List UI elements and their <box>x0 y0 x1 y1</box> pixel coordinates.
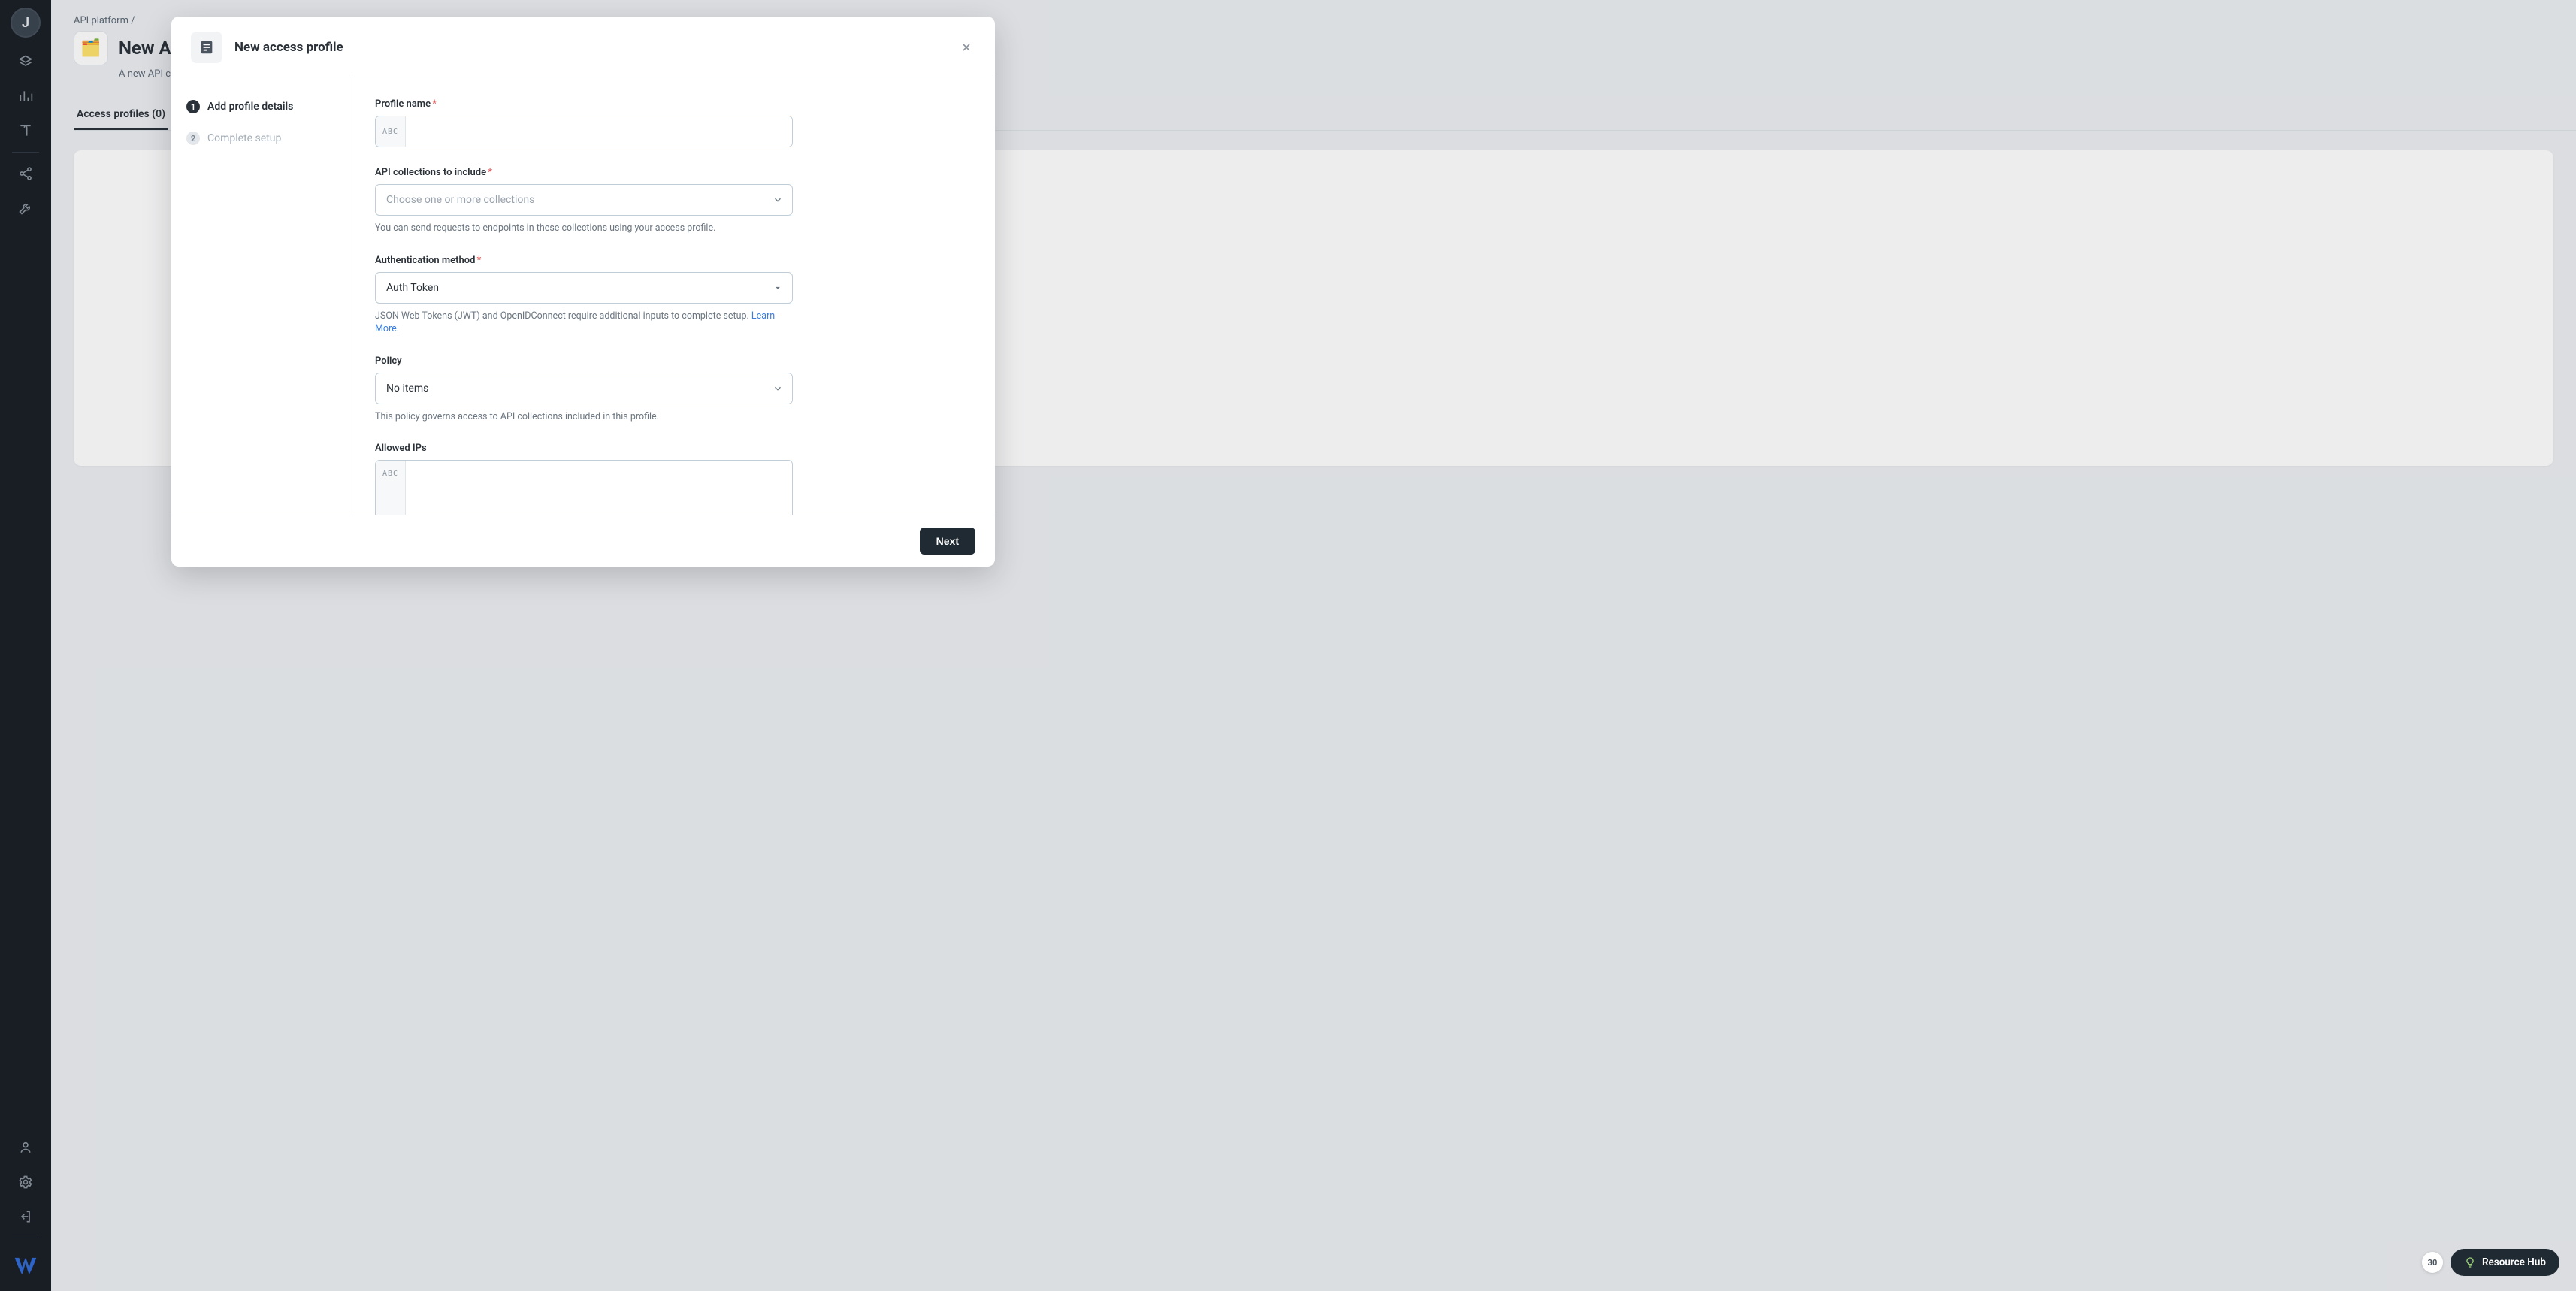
step-1-bullet: 1 <box>186 100 200 113</box>
collections-combo[interactable]: Choose one or more collections <box>375 184 793 216</box>
field-allowed-ips: Allowed IPs ABC You can whitelist IP add… <box>375 443 793 515</box>
auth-select-value: Auth Token <box>386 282 439 294</box>
step-2[interactable]: 2 Complete setup <box>186 127 337 159</box>
notification-badge[interactable]: 30 <box>2422 1252 2443 1273</box>
close-button[interactable] <box>957 38 975 56</box>
field-profile-name: Profile name* ABC <box>375 98 793 147</box>
chevron-down-icon <box>772 283 783 293</box>
auth-select[interactable]: Auth Token <box>375 272 793 304</box>
next-button[interactable]: Next <box>920 528 975 555</box>
collections-label: API collections to include* <box>375 167 793 178</box>
form-pane: Profile name* ABC API collections to inc… <box>352 77 995 515</box>
auth-label: Authentication method* <box>375 255 793 266</box>
profile-icon <box>191 32 222 63</box>
text-prefix-icon: ABC <box>376 461 406 515</box>
modal-body: 1 Add profile details 2 Complete setup P… <box>171 77 995 515</box>
field-auth-method: Authentication method* Auth Token JSON W… <box>375 255 793 336</box>
profile-name-input-wrapper: ABC <box>375 116 793 147</box>
field-collections: API collections to include* Choose one o… <box>375 167 793 235</box>
modal-title: New access profile <box>234 40 343 55</box>
step-1-label: Add profile details <box>207 101 293 113</box>
policy-value: No items <box>386 382 428 395</box>
collections-placeholder: Choose one or more collections <box>386 194 534 206</box>
ips-label: Allowed IPs <box>375 443 793 454</box>
ips-input-wrapper: ABC <box>375 460 793 515</box>
profile-name-input[interactable] <box>406 116 792 147</box>
resource-hub-button[interactable]: Resource Hub <box>2451 1249 2559 1276</box>
auth-helper: JSON Web Tokens (JWT) and OpenIDConnect … <box>375 310 793 336</box>
fab-row: 30 Resource Hub <box>2422 1249 2559 1276</box>
step-2-bullet: 2 <box>186 132 200 145</box>
chevron-down-icon <box>772 383 783 394</box>
profile-name-label: Profile name* <box>375 98 793 110</box>
step-1[interactable]: 1 Add profile details <box>186 95 337 127</box>
stepper: 1 Add profile details 2 Complete setup <box>171 77 352 515</box>
policy-combo[interactable]: No items <box>375 373 793 404</box>
resource-hub-label: Resource Hub <box>2482 1256 2546 1268</box>
chevron-down-icon <box>772 195 783 205</box>
field-policy: Policy No items This policy governs acce… <box>375 355 793 424</box>
text-prefix-icon: ABC <box>376 116 406 147</box>
collections-helper: You can send requests to endpoints in th… <box>375 222 793 235</box>
policy-label: Policy <box>375 355 793 367</box>
lightbulb-icon <box>2464 1256 2476 1268</box>
ips-textarea[interactable] <box>406 461 792 515</box>
policy-helper: This policy governs access to API collec… <box>375 410 793 424</box>
modal-header: New access profile <box>171 17 995 77</box>
step-2-label: Complete setup <box>207 132 281 144</box>
modal-new-access-profile: New access profile 1 Add profile details… <box>171 17 995 567</box>
modal-footer: Next <box>171 515 995 567</box>
